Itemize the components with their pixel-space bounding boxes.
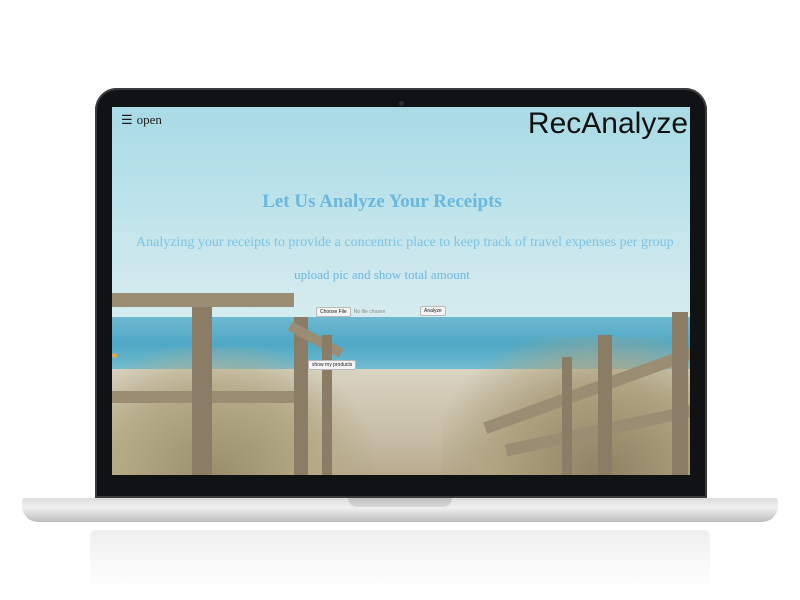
hero-title: Let Us Analyze Your Receipts: [262, 191, 502, 212]
file-upload-row: Choose File No file chosen: [316, 307, 385, 317]
analyze-button[interactable]: Analyze: [420, 306, 446, 316]
fence-post: [598, 335, 612, 475]
camera-icon: [399, 101, 404, 106]
brand-logo: RecAnalyze: [527, 107, 688, 140]
hamburger-icon: ☰: [121, 112, 133, 127]
fence-post: [192, 307, 212, 475]
laptop-screen: ☰ open RecAnalyze Let Us Analyze Your Re…: [112, 107, 690, 475]
fence-post: [562, 357, 572, 475]
laptop-notch: [348, 498, 452, 507]
menu-open-button[interactable]: ☰ open: [121, 112, 162, 128]
fence-post: [294, 317, 308, 475]
hero-subtitle: Analyzing your receipts to provide a con…: [136, 235, 674, 250]
laptop-reflection: [90, 530, 710, 590]
marker-icon: [112, 353, 117, 358]
hero-action-text: upload pic and show total amount: [294, 267, 470, 282]
menu-open-label: open: [136, 112, 162, 127]
fence-post: [322, 335, 332, 475]
show-products-button[interactable]: show my products: [308, 360, 357, 370]
file-status-text: No file chosen: [353, 309, 386, 315]
fence-post: [672, 312, 688, 475]
choose-file-button[interactable]: Choose File: [316, 307, 351, 317]
fence-rail: [112, 293, 294, 307]
